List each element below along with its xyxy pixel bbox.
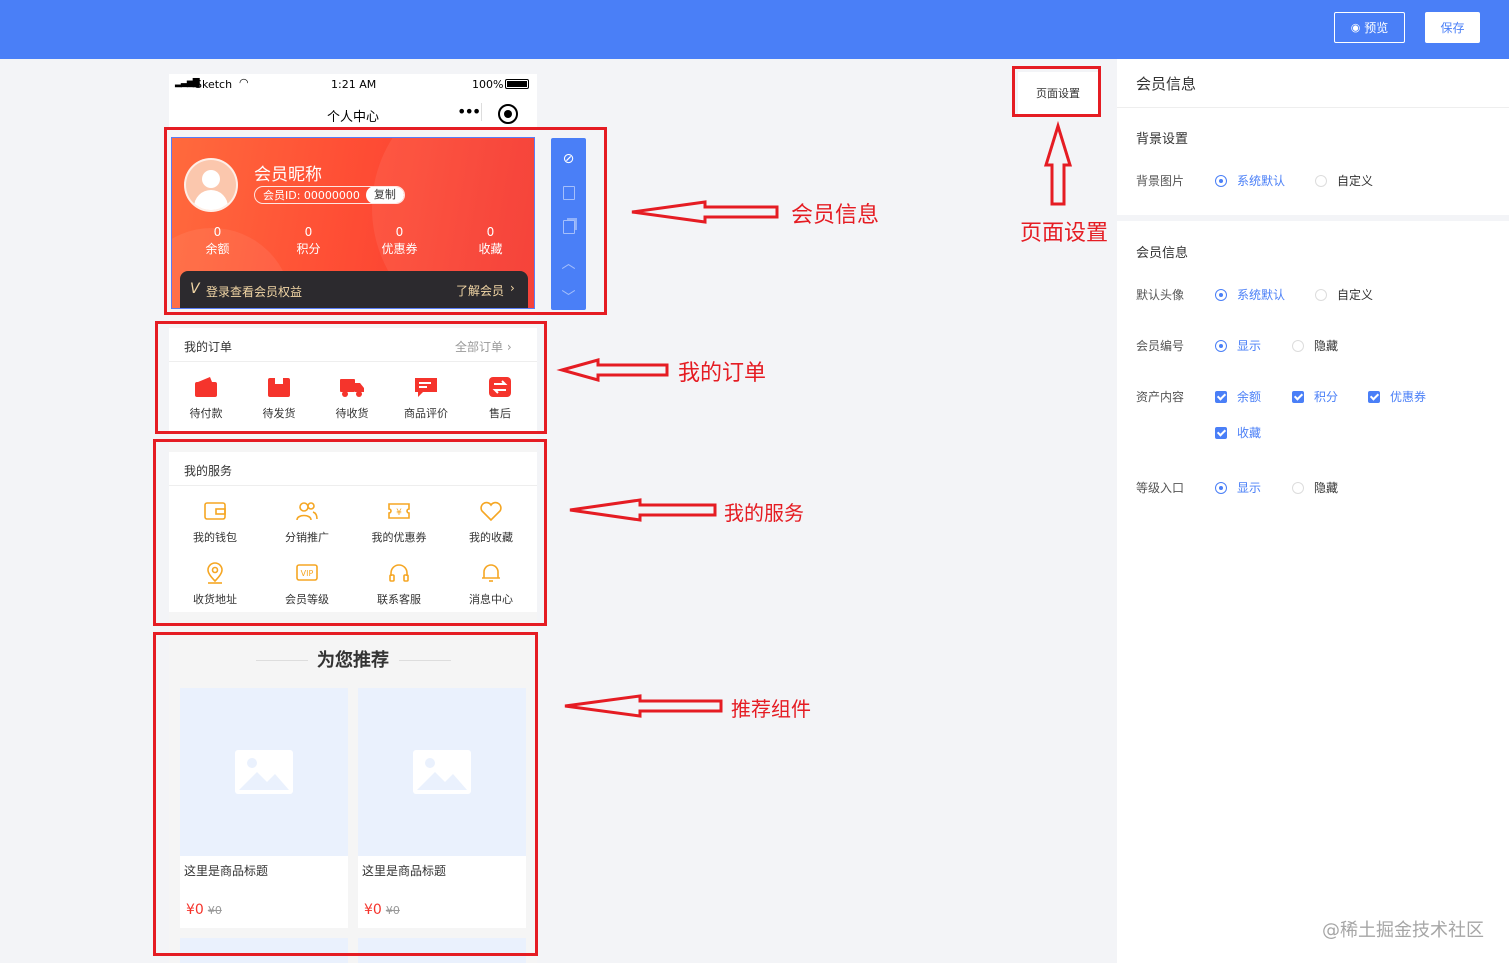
bg-section-title: 背景设置 xyxy=(1136,132,1189,147)
arrow-services xyxy=(569,498,717,522)
avatar-option-default[interactable]: 系统默认 xyxy=(1215,286,1285,303)
assets-label: 资产内容 xyxy=(1136,390,1185,404)
assets-option-balance[interactable]: 余额 xyxy=(1215,388,1261,405)
level-option-hide[interactable]: 隐藏 xyxy=(1292,479,1338,496)
watermark: @稀土掘金技术社区 xyxy=(1322,920,1484,941)
bg-option-default[interactable]: 系统默认 xyxy=(1215,172,1285,189)
avatar-label: 默认头像 xyxy=(1136,288,1185,302)
arrow-page-setting xyxy=(1043,120,1073,206)
number-label: 会员编号 xyxy=(1136,339,1185,353)
section-gap xyxy=(1117,215,1509,221)
bg-image-label: 背景图片 xyxy=(1136,174,1185,188)
divider xyxy=(1117,107,1509,108)
annotation-member-label: 会员信息 xyxy=(791,203,880,228)
annotation-page-setting-label: 页面设置 xyxy=(1020,221,1109,246)
number-option-show[interactable]: 显示 xyxy=(1215,337,1261,354)
panel-title: 会员信息 xyxy=(1136,75,1197,93)
annotation-orders-label: 我的订单 xyxy=(678,361,767,386)
avatar-option-custom[interactable]: 自定义 xyxy=(1315,286,1373,303)
bg-option-custom[interactable]: 自定义 xyxy=(1315,172,1373,189)
annotation-services-label: 我的服务 xyxy=(724,501,804,525)
annotation-recommend-label: 推荐组件 xyxy=(731,697,811,721)
level-label: 等级入口 xyxy=(1136,481,1185,495)
level-option-show[interactable]: 显示 xyxy=(1215,479,1261,496)
arrow-orders xyxy=(556,358,669,382)
assets-option-points[interactable]: 积分 xyxy=(1292,388,1338,405)
member-section-title: 会员信息 xyxy=(1136,246,1189,261)
settings-panel: 会员信息 背景设置 背景图片 系统默认 自定义 会员信息 默认头像 系统默认 自… xyxy=(1117,59,1509,963)
arrow-recommend xyxy=(564,694,723,718)
number-option-hide[interactable]: 隐藏 xyxy=(1292,337,1338,354)
assets-option-favorites[interactable]: 收藏 xyxy=(1215,424,1261,441)
assets-option-coupons[interactable]: 优惠券 xyxy=(1368,388,1426,405)
arrow-member xyxy=(631,200,779,224)
